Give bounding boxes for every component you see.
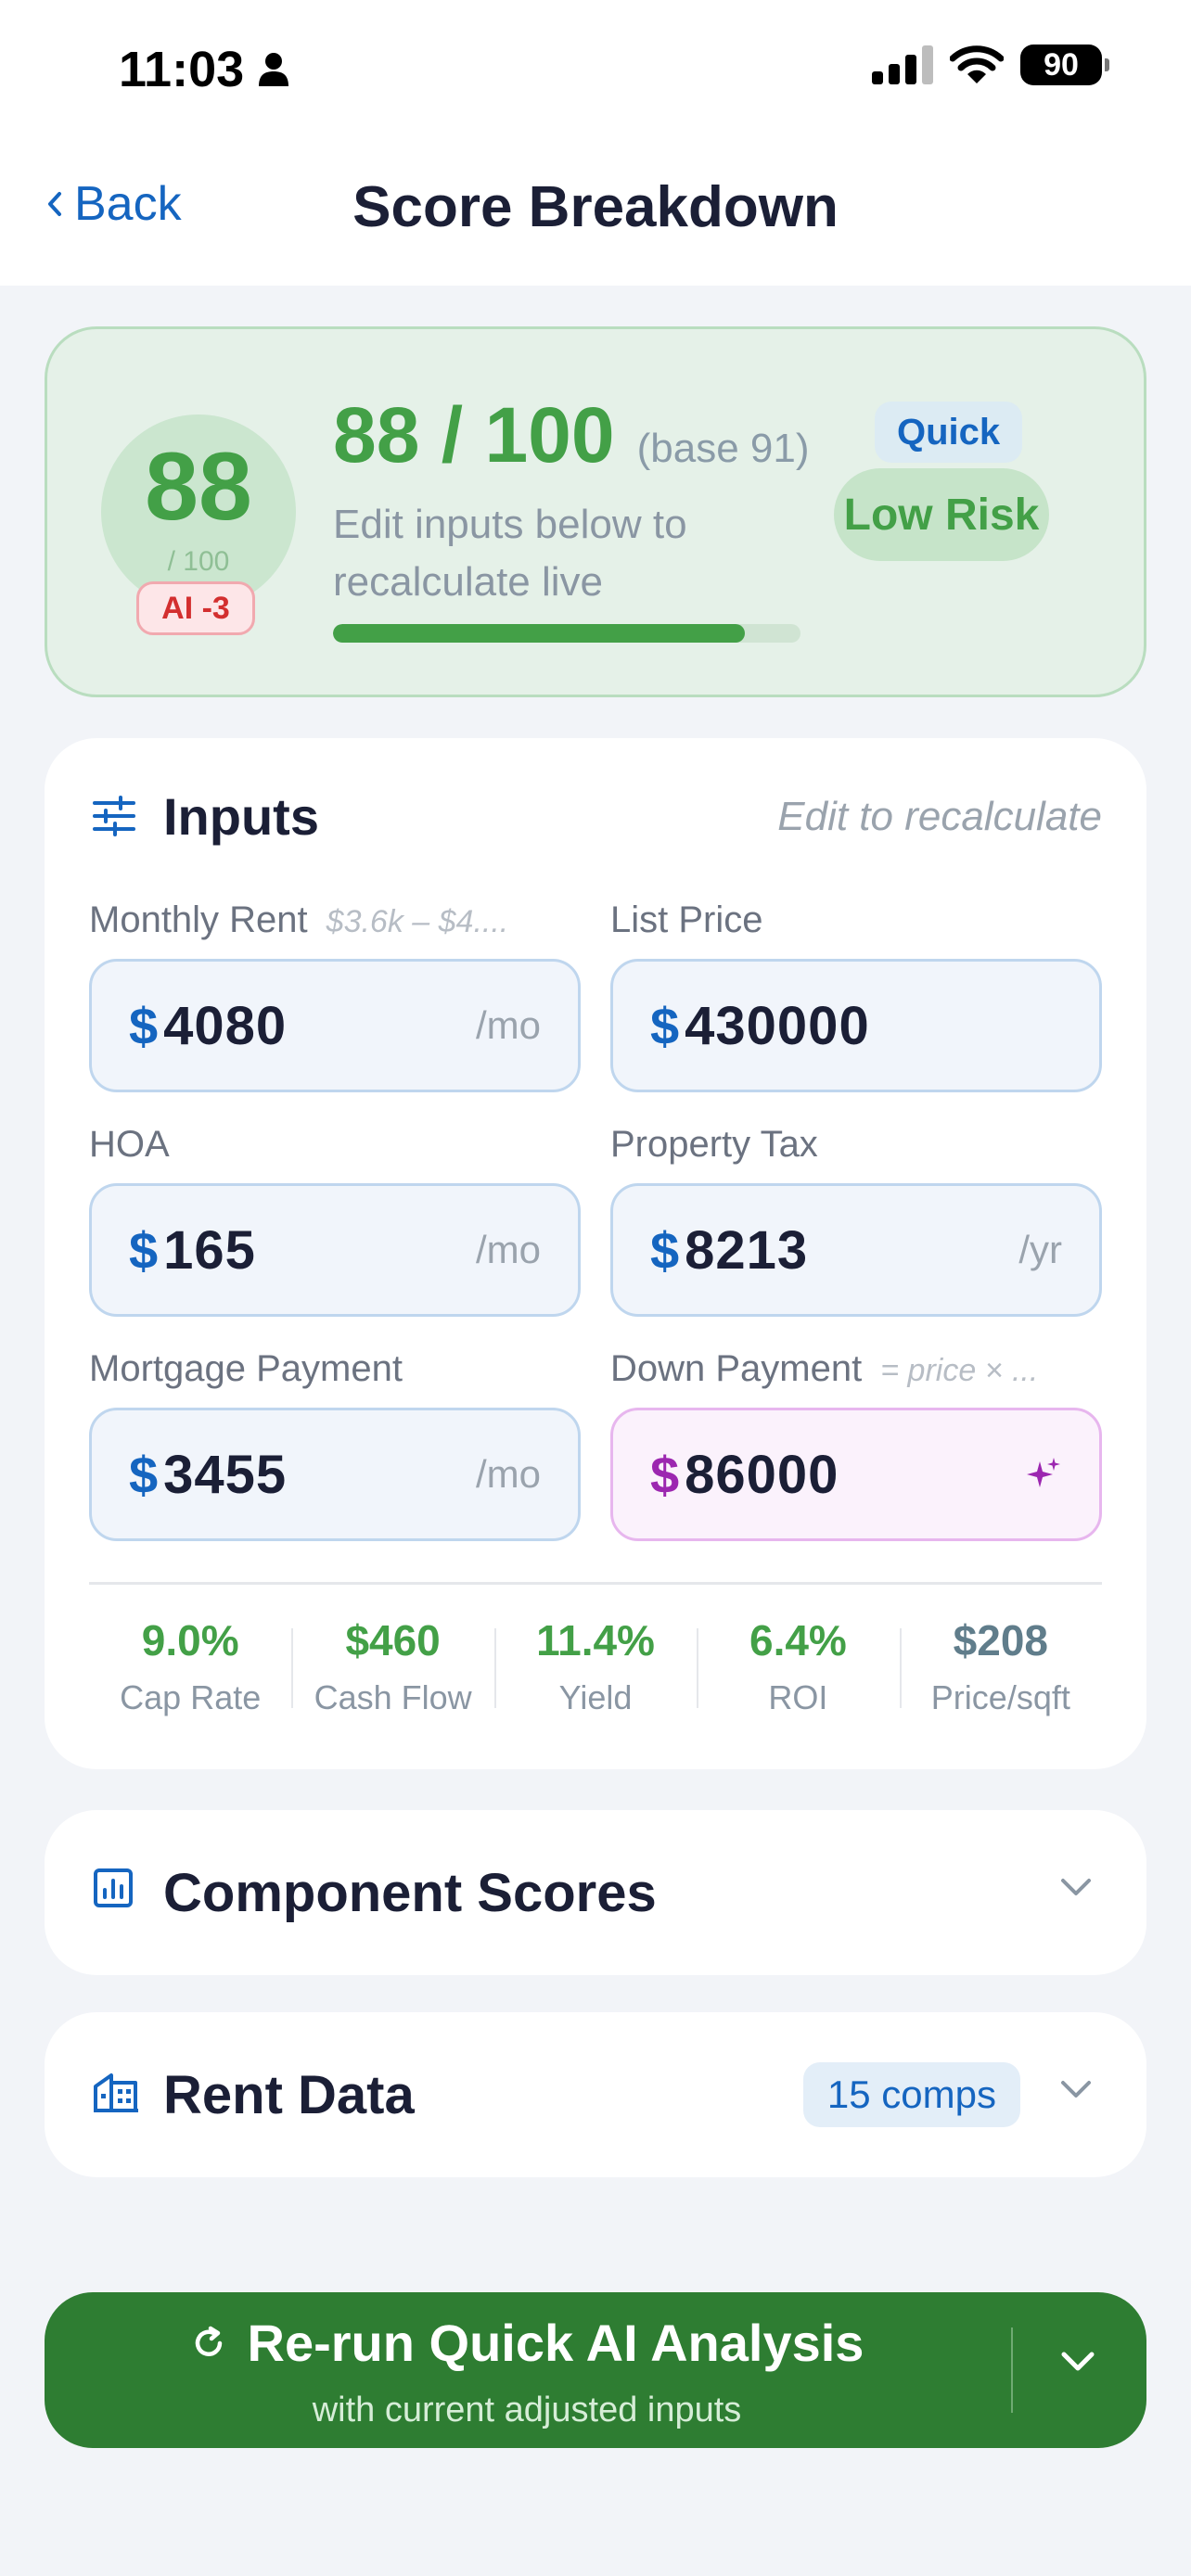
- score-progress-bar: [333, 624, 800, 643]
- inputs-hint: Edit to recalculate: [777, 794, 1102, 839]
- list-price-label: List Price: [610, 899, 763, 940]
- battery-indicator: 90: [1020, 45, 1109, 85]
- score-progress-fill: [333, 624, 745, 643]
- rerun-divider: [1011, 2327, 1013, 2413]
- bar-chart-icon: [94, 1868, 133, 1907]
- monthly-rent-input[interactable]: $ 4080 /mo: [89, 959, 581, 1092]
- score-hint: Edit inputs below to recalculate live: [333, 502, 687, 605]
- metric-cap-rate: 9.0% Cap Rate: [120, 1616, 262, 1716]
- mortgage-label: Mortgage Payment: [89, 1348, 403, 1389]
- status-icons: 90: [872, 45, 1109, 85]
- wifi-icon: [950, 45, 1004, 83]
- metrics-row: 9.0% Cap Rate $460 Cash Flow 11.4% Yield…: [89, 1610, 1102, 1730]
- signal-icon: [872, 45, 933, 84]
- person-icon: [259, 53, 289, 86]
- score-circle-value: 88: [145, 433, 252, 541]
- risk-badge: Low Risk: [834, 468, 1049, 561]
- metric-roi: 6.4% ROI: [697, 1610, 899, 1730]
- ai-adjustment-badge: AI -3: [136, 581, 255, 635]
- inputs-divider: [89, 1582, 1102, 1585]
- score-base: (base 91): [636, 426, 810, 471]
- score-circle: 88 / 100: [101, 414, 296, 609]
- chevron-down-icon[interactable]: [1059, 1877, 1093, 1899]
- rerun-sub-label: with current adjusted inputs: [312, 2391, 742, 2429]
- refresh-icon: [195, 2326, 222, 2356]
- down-payment-input[interactable]: $ 86000: [610, 1408, 1102, 1541]
- rent-data-section[interactable]: Rent Data 15 comps: [45, 2012, 1146, 2177]
- property-tax-input[interactable]: $ 8213 /yr: [610, 1183, 1102, 1317]
- metric-price-per-sqft: $208 Price/sqft: [899, 1610, 1102, 1730]
- analysis-mode-badge: Quick: [875, 402, 1023, 463]
- score-circle-max: / 100: [167, 546, 230, 577]
- comps-count-badge: 15 comps: [802, 2062, 1020, 2127]
- score-headline: 88 / 100 (base 91): [333, 390, 810, 480]
- sliders-icon: [93, 796, 135, 836]
- score-value: 88 / 100: [333, 391, 615, 478]
- chevron-down-icon[interactable]: [1059, 2350, 1096, 2374]
- rent-range-hint: $3.6k – $4....: [326, 904, 509, 939]
- down-payment-label: Down Payment = price × ...: [610, 1348, 1039, 1389]
- mortgage-input[interactable]: $ 3455 /mo: [89, 1408, 581, 1541]
- chevron-down-icon[interactable]: [1059, 2079, 1093, 2101]
- score-summary-card: 88 / 100 AI -3 88 / 100 (base 91) Quick …: [45, 326, 1146, 697]
- rent-data-title: Rent Data: [163, 2065, 415, 2125]
- status-time: 11:03: [119, 41, 290, 98]
- metric-yield: 11.4% Yield: [493, 1610, 697, 1730]
- property-tax-label: Property Tax: [610, 1124, 818, 1165]
- inputs-title: Inputs: [163, 787, 319, 846]
- rerun-main-label: Re-run Quick AI Analysis: [45, 2313, 1009, 2373]
- buildings-icon: [94, 2073, 138, 2112]
- sparkle-icon[interactable]: [1025, 1456, 1062, 1493]
- status-bar: 11:03 90: [0, 0, 1191, 139]
- metric-cash-flow: $460 Cash Flow: [291, 1610, 493, 1730]
- list-price-input[interactable]: $ 430000: [610, 959, 1102, 1092]
- navigation-bar: Back Score Breakdown: [0, 139, 1191, 286]
- rerun-analysis-button[interactable]: Re-run Quick AI Analysis with current ad…: [45, 2292, 1146, 2448]
- page-title: Score Breakdown: [352, 175, 839, 239]
- down-payment-formula: = price × ...: [880, 1353, 1039, 1388]
- hoa-label: HOA: [89, 1124, 170, 1165]
- inputs-card: Inputs Edit to recalculate Monthly Rent …: [45, 738, 1146, 1769]
- component-scores-section[interactable]: Component Scores: [45, 1810, 1146, 1975]
- component-scores-title: Component Scores: [163, 1863, 657, 1923]
- hoa-input[interactable]: $ 165 /mo: [89, 1183, 581, 1317]
- monthly-rent-label: Monthly Rent $3.6k – $4....: [89, 899, 509, 940]
